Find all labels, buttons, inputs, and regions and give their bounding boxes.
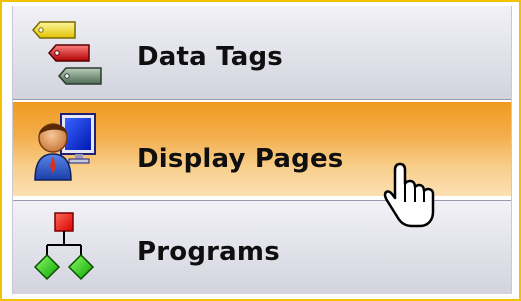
program-flowchart-icon — [33, 212, 95, 281]
menu-item-label: Data Tags — [137, 42, 283, 72]
navigation-menu: Data Tags Display Pages Programs — [12, 6, 512, 294]
navigation-panel-frame: Data Tags Display Pages Programs — [0, 0, 521, 301]
hand-pointer-icon — [383, 162, 435, 228]
tags-icon — [32, 21, 102, 85]
operator-display-icon — [34, 113, 96, 181]
menu-item-label: Programs — [137, 237, 280, 267]
menu-item-data-tags[interactable]: Data Tags — [13, 6, 511, 100]
menu-item-label: Display Pages — [137, 144, 344, 174]
